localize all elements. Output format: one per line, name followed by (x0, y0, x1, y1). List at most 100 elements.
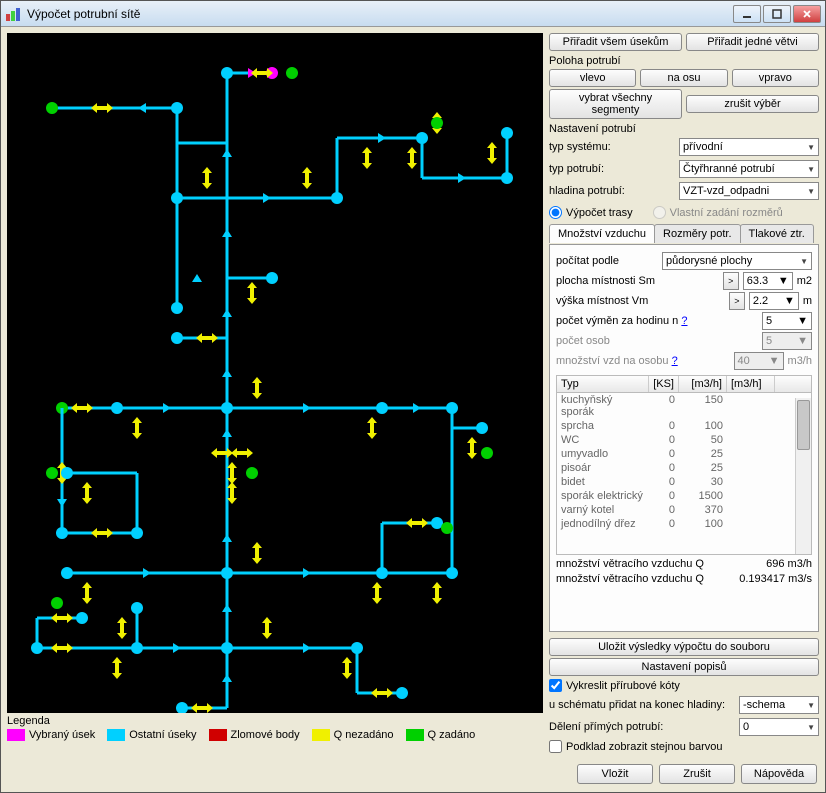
flow-arrow-icon (303, 403, 311, 413)
pipe-edge[interactable] (136, 473, 139, 533)
air-person-help-link[interactable]: ? (672, 355, 678, 367)
tab-pressure-loss[interactable]: Tlakové ztr. (740, 224, 814, 243)
pipe-edge[interactable] (67, 472, 137, 475)
schema-suffix-select[interactable]: -schema▼ (739, 696, 819, 714)
assign-one-button[interactable]: Přiřadit jedné větvi (686, 33, 819, 51)
pipe-node[interactable] (221, 67, 233, 79)
table-row[interactable]: jednodílný dřez0100 (557, 517, 811, 531)
pipe-edge[interactable] (52, 107, 177, 110)
area-step-button[interactable]: > (723, 272, 739, 290)
pipe-edge[interactable] (36, 618, 39, 648)
pipe-edge[interactable] (421, 138, 424, 178)
pipe-node[interactable] (221, 402, 233, 414)
pipe-edge[interactable] (381, 523, 384, 573)
pipe-edge[interactable] (67, 572, 452, 575)
pipe-node[interactable] (171, 102, 183, 114)
pipe-node[interactable] (176, 702, 188, 713)
pipe-node[interactable] (376, 402, 388, 414)
pipe-node[interactable] (221, 567, 233, 579)
pipe-node[interactable] (46, 102, 58, 114)
custom-dims-radio[interactable]: Vlastní zadání rozměrů (653, 206, 783, 219)
pipe-node[interactable] (171, 332, 183, 344)
pipe-node[interactable] (501, 127, 513, 139)
save-results-button[interactable]: Uložit výsledky výpočtu do souboru (549, 638, 819, 656)
pipe-edge[interactable] (356, 648, 359, 693)
pipe-level-select[interactable]: VZT-vzd_odpadni▼ (679, 182, 819, 200)
pipe-node[interactable] (76, 612, 88, 624)
select-all-segments-button[interactable]: vybrat všechny segmenty (549, 89, 682, 119)
pipe-edge[interactable] (506, 133, 509, 178)
table-row[interactable]: sporák elektrický01500 (557, 489, 811, 503)
room-height-input[interactable]: 2.2▼ (749, 292, 799, 310)
calc-by-select[interactable]: půdorysné plochy▼ (662, 252, 812, 270)
pipe-edge[interactable] (176, 108, 179, 198)
pipe-node[interactable] (131, 602, 143, 614)
position-left-button[interactable]: vlevo (549, 69, 636, 87)
system-type-select[interactable]: přívodní▼ (679, 138, 819, 156)
minimize-button[interactable] (733, 5, 761, 23)
pipe-edge[interactable] (451, 408, 454, 573)
cancel-button[interactable]: Zrušit (659, 764, 735, 784)
split-pipes-select[interactable]: 0▼ (739, 718, 819, 736)
help-button[interactable]: Nápověda (741, 764, 817, 784)
pipe-edge[interactable] (226, 73, 229, 708)
pipe-edge[interactable] (176, 198, 179, 308)
tab-dimensions[interactable]: Rozměry potr. (654, 224, 740, 243)
pipe-node[interactable] (246, 467, 258, 479)
deselect-button[interactable]: zrušit výběr (686, 95, 819, 113)
exchanges-input[interactable]: 5▼ (762, 312, 812, 330)
pipe-node[interactable] (441, 522, 453, 534)
route-calc-radio[interactable]: Výpočet trasy (549, 206, 633, 219)
pipe-node[interactable] (51, 597, 63, 609)
table-col-header[interactable]: [m3/h] (679, 376, 727, 392)
table-row[interactable]: WC050 (557, 433, 811, 447)
pipe-node[interactable] (61, 467, 73, 479)
table-row[interactable]: umyvadlo025 (557, 447, 811, 461)
insert-button[interactable]: Vložit (577, 764, 653, 784)
table-row[interactable]: pisoár025 (557, 461, 811, 475)
table-scrollbar[interactable] (795, 398, 811, 554)
pipe-edge[interactable] (136, 608, 139, 648)
position-axis-button[interactable]: na osu (640, 69, 727, 87)
pipe-node[interactable] (61, 567, 73, 579)
pipe-edge[interactable] (177, 142, 227, 145)
pipe-node[interactable] (111, 402, 123, 414)
table-row[interactable]: sprcha0100 (557, 419, 811, 433)
pipe-edge[interactable] (177, 197, 337, 200)
table-row[interactable]: varný kotel0370 (557, 503, 811, 517)
pipe-node[interactable] (396, 687, 408, 699)
route-calc-radio-input[interactable] (549, 206, 562, 219)
pipe-edge[interactable] (336, 138, 339, 198)
assign-all-button[interactable]: Přiřadit všem úsekům (549, 33, 682, 51)
q-marker-icon (115, 617, 129, 639)
pipe-node[interactable] (56, 527, 68, 539)
pipe-node[interactable] (286, 67, 298, 79)
pipe-node[interactable] (446, 567, 458, 579)
exchanges-help-link[interactable]: ? (681, 315, 687, 327)
draw-flanges-checkbox[interactable] (549, 679, 562, 692)
height-step-button[interactable]: > (729, 292, 745, 310)
label-settings-button[interactable]: Nastavení popisů (549, 658, 819, 676)
pipe-node[interactable] (46, 467, 58, 479)
tab-air-amount[interactable]: Množství vzduchu (549, 224, 655, 243)
pipe-node[interactable] (481, 447, 493, 459)
pipe-node[interactable] (476, 422, 488, 434)
pipe-network-canvas[interactable] (7, 33, 543, 713)
table-col-header[interactable]: [m3/h] (727, 376, 775, 392)
table-col-header[interactable]: [KS] (649, 376, 679, 392)
pipe-node[interactable] (431, 117, 443, 129)
pipe-node[interactable] (266, 272, 278, 284)
q-marker-icon (110, 657, 124, 679)
maximize-button[interactable] (763, 5, 791, 23)
table-col-header[interactable]: Typ (557, 376, 649, 392)
table-row[interactable]: kuchyňský sporák0150 (557, 393, 811, 419)
room-area-input[interactable]: 63.3▼ (743, 272, 793, 290)
flow-arrow-icon (192, 274, 202, 282)
equipment-table[interactable]: Typ[KS][m3/h][m3/h] kuchyňský sporák0150… (556, 375, 812, 555)
legend-swatch (312, 729, 330, 741)
close-button[interactable] (793, 5, 821, 23)
same-color-checkbox[interactable] (549, 740, 562, 753)
table-row[interactable]: bidet030 (557, 475, 811, 489)
pipe-type-select[interactable]: Čtyřhranné potrubí▼ (679, 160, 819, 178)
position-right-button[interactable]: vpravo (732, 69, 819, 87)
